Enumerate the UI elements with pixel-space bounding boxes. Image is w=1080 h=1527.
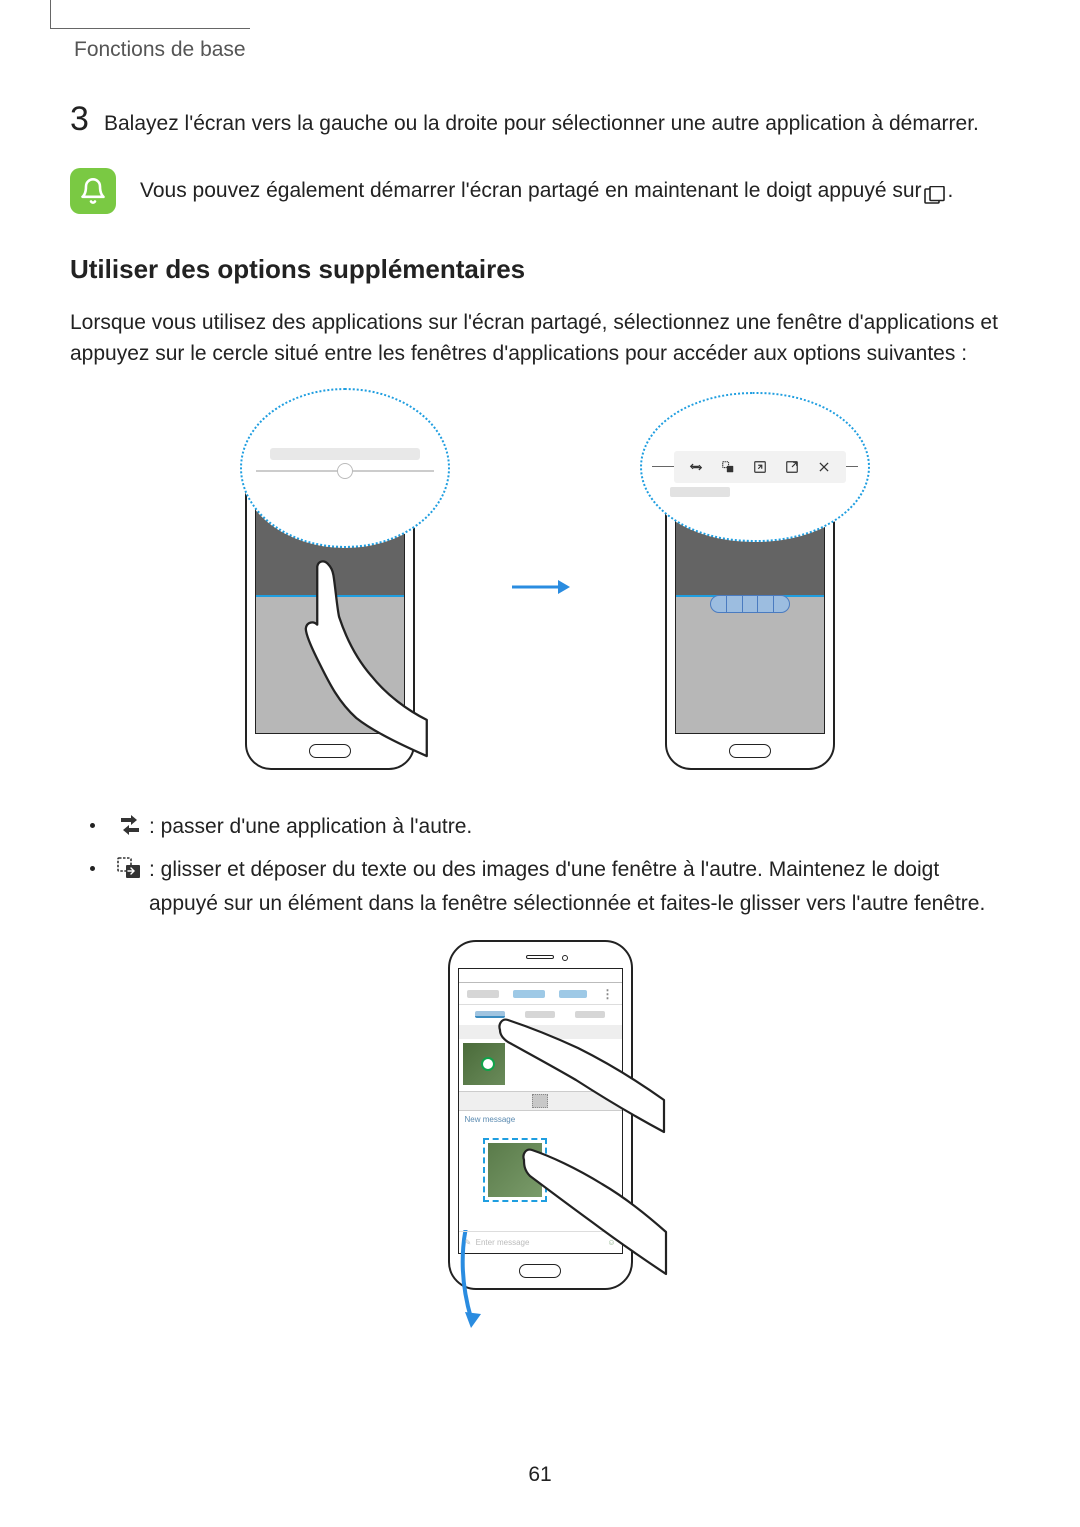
note-block: Vous pouvez également démarrer l'écran p… [70, 168, 1010, 214]
bullet-dot [90, 866, 95, 871]
corner-rule-horizontal [50, 28, 250, 29]
step-number: 3 [70, 100, 104, 139]
figure-phone-left [200, 400, 460, 770]
touch-indicator [481, 1057, 495, 1071]
swap-icon [689, 460, 703, 474]
close-icon [817, 460, 831, 474]
arrow-right-icon [510, 564, 570, 606]
list-item-dragdrop: : glisser et déposer du texte ou des ima… [90, 853, 1010, 920]
list-item-swap: : passer d'une application à l'autre. [90, 810, 1010, 844]
breadcrumb: Fonctions de base [74, 38, 246, 62]
expand-icon [753, 460, 767, 474]
options-list: : passer d'une application à l'autre. : … [90, 810, 1010, 921]
figure-phone-right [620, 400, 880, 770]
drop-target [483, 1138, 547, 1202]
swap-apps-icon [117, 814, 143, 836]
note-text-before: Vous pouvez également démarrer l'écran p… [140, 175, 922, 207]
figure-drag-drop: ⋮ New message [70, 940, 1010, 1290]
popup-icon [785, 460, 799, 474]
page-number: 61 [528, 1463, 551, 1487]
note-bell-icon [70, 168, 116, 214]
section-body: Lorsque vous utilisez des applications s… [70, 307, 1010, 370]
recent-apps-icon [924, 182, 946, 200]
gallery-thumbnail [463, 1043, 505, 1085]
drag-content-icon [117, 857, 143, 879]
callout-toolbar-zoom [640, 392, 870, 542]
step-text: Balayez l'écran vers la gauche ou la dro… [104, 108, 979, 140]
split-divider-handle [323, 599, 337, 613]
corner-rule-vertical [50, 0, 51, 28]
section-heading: Utiliser des options supplémentaires [70, 254, 1010, 285]
callout-divider-zoom [240, 388, 450, 548]
split-toolbar-handle [710, 595, 790, 613]
bullet-dot [90, 823, 95, 828]
note-text: Vous pouvez également démarrer l'écran p… [140, 175, 953, 207]
split-drag-icon [532, 1094, 548, 1108]
page-content: 3 Balayez l'écran vers la gauche ou la d… [70, 100, 1010, 1290]
bullet-text-2: : glisser et déposer du texte ou des ima… [149, 853, 1010, 920]
drag-drop-icon [721, 460, 735, 474]
figure-split-options [70, 400, 1010, 770]
bullet-text-1: : passer d'une application à l'autre. [149, 810, 1010, 844]
step-3-row: 3 Balayez l'écran vers la gauche ou la d… [70, 100, 1010, 140]
note-text-after: . [948, 175, 954, 207]
